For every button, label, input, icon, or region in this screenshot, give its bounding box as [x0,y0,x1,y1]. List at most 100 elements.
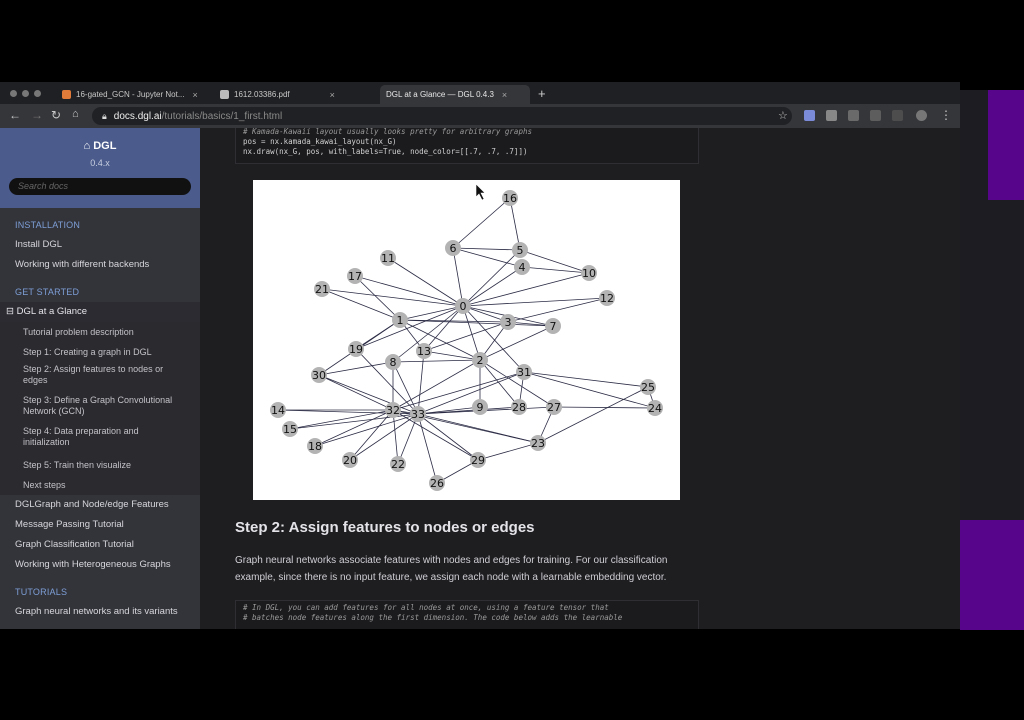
sidebar-item-dglgraph[interactable]: DGLGraph and Node/edge Features [0,495,200,515]
sidebar-header: ⌂ DGL 0.4.x Search docs [0,128,200,208]
graph-node-label: 20 [343,454,357,467]
graph-node-label: 25 [641,381,655,394]
sidebar-subitem-step2[interactable]: Step 2: Assign features to nodes or edge… [0,362,200,393]
window-minimize-dot[interactable] [22,90,29,97]
graph-node-label: 31 [517,366,531,379]
sidebar-item-graph-classification[interactable]: Graph Classification Tutorial [0,535,200,555]
sidebar-subitem-step5[interactable]: Step 5: Train then visualize [0,455,200,475]
extension-icon[interactable] [804,110,815,121]
graph-node-label: 18 [308,440,322,453]
new-tab-plus-icon[interactable]: + [538,86,546,101]
graph-node-label: 11 [381,252,395,265]
graph-edge [355,305,464,350]
graph-edge [318,361,394,376]
sidebar-item-backends[interactable]: Working with different backends [0,255,200,275]
menu-kebab-icon[interactable]: ⋮ [940,108,952,122]
graph-node-label: 16 [503,192,517,205]
graph-edge [462,305,481,361]
sidebar-caption-installation: INSTALLATION [15,220,81,230]
graph-figure: 0 1 2 3 4 5 6 7 8 9 10 11 12 13 14 15 16 17 18 19 20 21 22 23 24… [253,180,680,500]
graph-edge [314,409,394,447]
forward-icon[interactable]: → [31,108,43,122]
graph-node-label: 0 [460,300,467,313]
close-icon[interactable]: × [502,90,507,100]
close-icon[interactable]: × [193,90,198,100]
close-icon[interactable]: × [330,90,335,100]
sidebar-subitem-problem[interactable]: Tutorial problem description [0,322,200,342]
url-path: /tutorials/basics/1_first.html [161,110,283,122]
sidebar-item-dgl-at-a-glance[interactable]: ⊟ DGL at a Glance [0,302,200,322]
back-icon[interactable]: ← [9,108,21,122]
reload-icon[interactable]: ↻ [51,108,61,122]
graph-edge [354,275,464,307]
sidebar-item-message-passing[interactable]: Message Passing Tutorial [0,515,200,535]
graph-node-label: 26 [430,477,444,490]
profile-avatar-icon[interactable] [916,110,927,121]
graph-edge [479,359,520,408]
graph-edge [392,409,399,465]
graph-node-label: 33 [411,408,425,421]
sidebar-item-install-dgl[interactable]: Install DGL [0,235,200,255]
graph-edge [452,247,464,307]
graph-node-label: 32 [386,404,400,417]
graph-node-label: 2 [477,354,484,367]
search-input[interactable]: Search docs [9,178,191,195]
graph-node-label: 15 [283,423,297,436]
graph-edge [399,319,481,361]
graph-node-label: 12 [600,292,614,305]
graph-edge [553,406,656,409]
extension-s-icon[interactable] [826,110,837,121]
main-content: # Kamada-Kawaii layout usually looks pre… [200,128,960,629]
extension-game-icon[interactable] [870,110,881,121]
graph-node-label: 29 [471,454,485,467]
graph-node-label: 19 [349,343,363,356]
tab-jupyter[interactable]: 16-gated_GCN - Jupyter Not... × [56,85,206,104]
tab-label: 1612.03386.pdf [234,90,290,99]
code-comment: # Kamada-Kawaii layout usually looks pre… [243,128,532,136]
graph-node-label: 7 [550,320,557,333]
sidebar-item-heterogeneous[interactable]: Working with Heterogeneous Graphs [0,555,200,575]
sidebar-subitem-step1[interactable]: Step 1: Creating a graph in DGL [0,342,200,362]
code-line: nx.draw(nx_G, pos, with_labels=True, nod… [243,147,528,156]
tab-pdf[interactable]: 1612.03386.pdf × [214,85,364,104]
sidebar-subitem-step3[interactable]: Step 3: Define a Graph Convolutional Net… [0,393,200,424]
sidebar-subitem-step4[interactable]: Step 4: Data preparation and initializat… [0,424,200,455]
extension-puzzle-icon[interactable] [892,110,903,121]
graph-node-label: 6 [450,242,457,255]
graph-node-label: 24 [648,402,662,415]
graph-node-label: 28 [512,401,526,414]
cursor-icon [475,183,486,201]
brand[interactable]: ⌂ DGL [0,140,200,152]
star-icon[interactable]: ☆ [778,109,788,122]
window-close-dot[interactable] [10,90,17,97]
sidebar-subitem-next-steps[interactable]: Next steps [0,475,200,495]
graph-edge [477,442,539,461]
graph-edge [523,371,656,409]
window-zoom-dot[interactable] [34,90,41,97]
graph-edge [462,266,523,307]
code-comment: # In DGL, you can add features for all n… [243,603,609,612]
extension-pin-icon[interactable] [848,110,859,121]
graph-edge [392,409,479,461]
graph-node-label: 1 [397,314,404,327]
section-paragraph: Graph neural networks associate features… [235,555,668,583]
graph-svg: 0123456789101112131415161718192021222324… [270,183,663,491]
tab-dgl[interactable]: DGL at a Glance — DGL 0.4.3 × [380,85,530,104]
graph-edge [417,413,539,444]
sidebar-item-gnn-variants[interactable]: Graph neural networks and its variants [0,602,200,622]
graph-node-label: 21 [315,283,329,296]
version-label: 0.4.x [90,158,110,168]
brand-label: DGL [93,140,117,152]
graph-edge [452,197,511,249]
sidebar-caption-tutorials: TUTORIALS [15,587,68,597]
graph-node-label: 23 [531,437,545,450]
home-icon[interactable]: ⌂ [72,108,79,120]
section-heading: Step 2: Assign features to nodes or edge… [235,519,535,536]
graph-edge [523,371,649,388]
graph-edge [462,305,525,373]
graph-edge [462,272,590,307]
address-bar[interactable]: 🔒︎ docs.dgl.ai /tutorials/basics/1_first… [92,107,792,125]
tab-bar: 16-gated_GCN - Jupyter Not... × 1612.033… [0,82,960,104]
url-host: docs.dgl.ai [113,110,162,122]
graph-edge [318,374,419,415]
